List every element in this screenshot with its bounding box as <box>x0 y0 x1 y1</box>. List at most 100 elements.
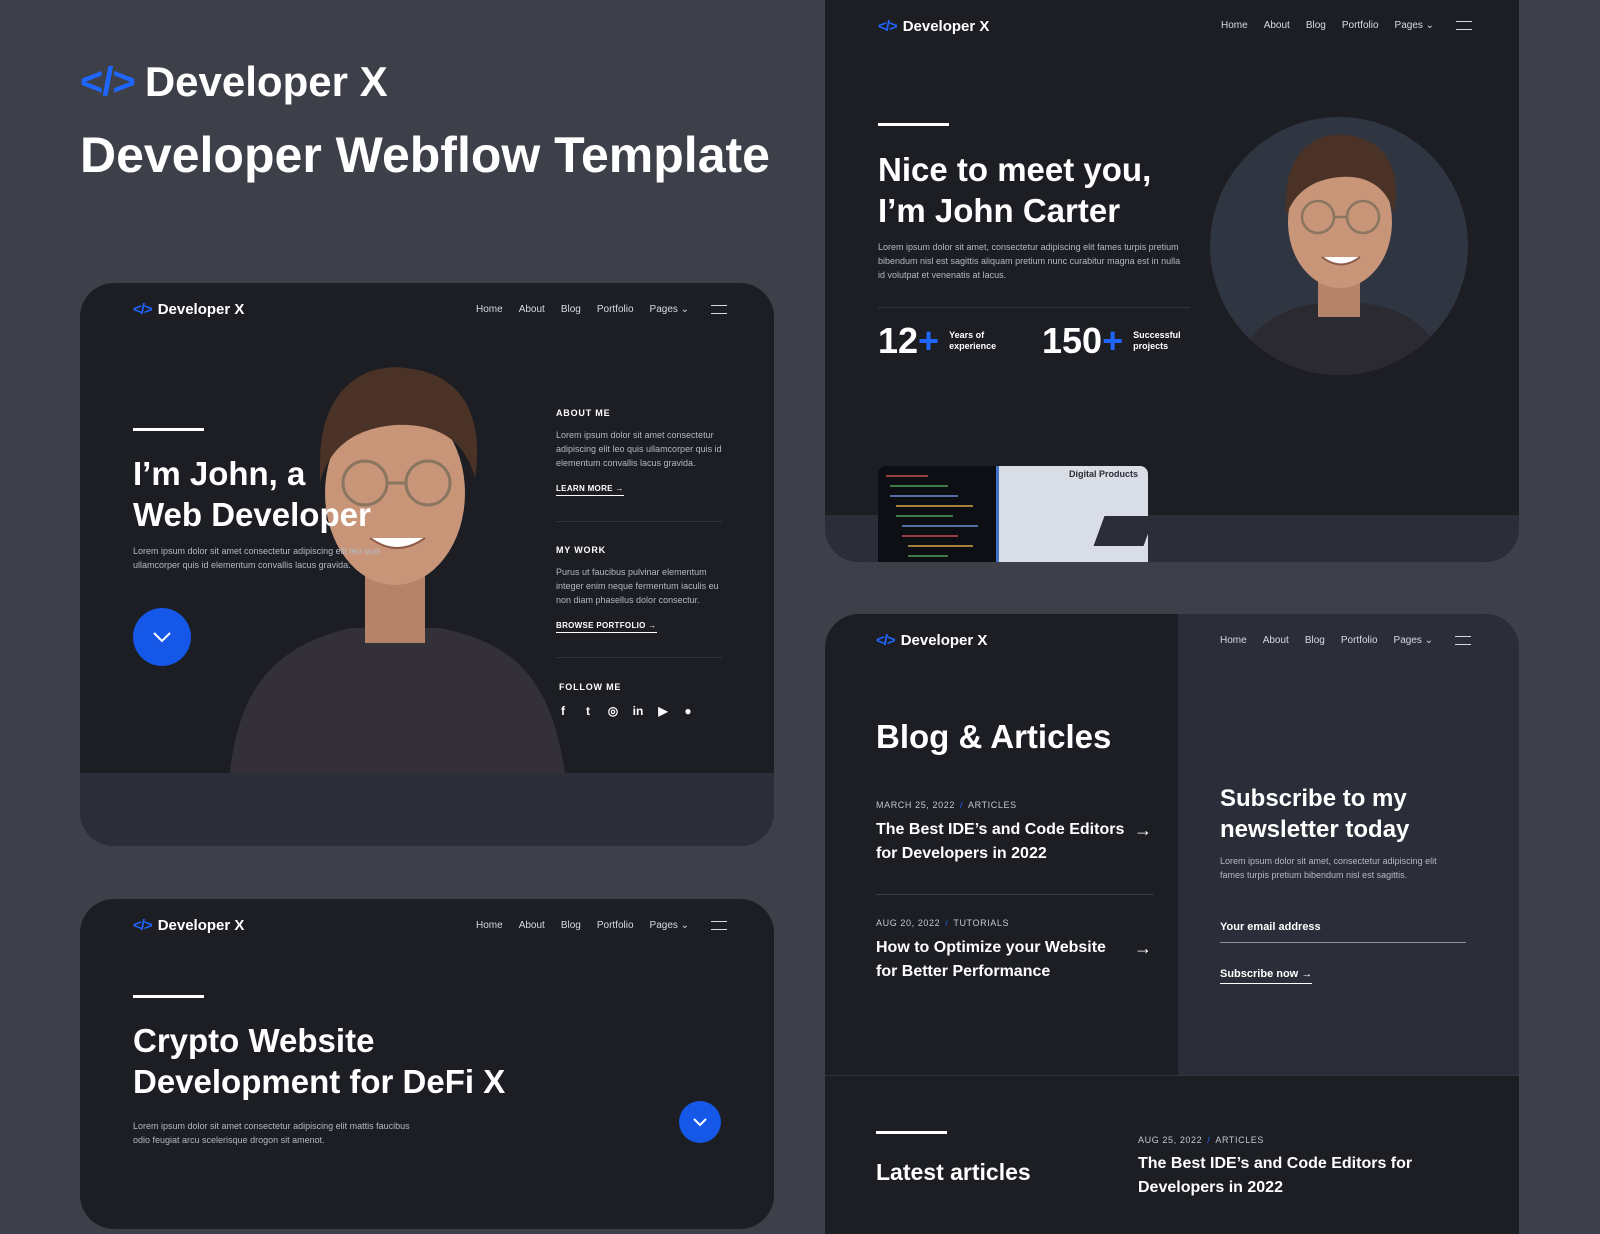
meta-separator: / <box>1207 1135 1211 1145</box>
nav-home[interactable]: Home <box>1220 635 1247 646</box>
post-meta: AUG 20, 2022 / TUTORIALS <box>876 918 1009 928</box>
portfolio-thumbnail[interactable]: Digital Products <box>878 466 1148 562</box>
post-title-line1: The Best IDE’s and Code Editors for <box>1138 1155 1413 1172</box>
arrow-right-icon[interactable]: → <box>1134 820 1152 841</box>
newsletter-title-line2: newsletter today <box>1220 816 1410 843</box>
twitter-icon[interactable]: t <box>581 704 595 718</box>
nav-pages[interactable]: Pages ⌄ <box>650 920 690 931</box>
instagram-icon[interactable]: ◎ <box>606 704 620 718</box>
hamburger-menu-icon[interactable] <box>711 305 728 314</box>
post-category: ARTICLES <box>1215 1135 1265 1145</box>
post-title-line1: The Best IDE’s and Code Editors <box>876 821 1125 838</box>
my-work-text: Purus ut faucibus pulvinar elementum int… <box>556 567 719 605</box>
stat-label: Successful projects <box>1133 330 1181 352</box>
arrow-right-icon: → <box>648 621 657 630</box>
nav-home[interactable]: Home <box>476 304 503 315</box>
post-category: ARTICLES <box>968 800 1017 810</box>
decorative-line <box>878 123 949 126</box>
nav-home[interactable]: Home <box>476 920 503 931</box>
code-editor-preview <box>878 466 996 562</box>
nav-pages-label: Pages <box>649 304 678 315</box>
chevron-down-icon: ⌄ <box>680 304 690 315</box>
nav-portfolio[interactable]: Portfolio <box>1342 20 1379 31</box>
about-title-line1: Nice to meet you, <box>878 151 1152 188</box>
linkedin-icon[interactable]: in <box>631 704 645 718</box>
stat-projects: 150+ Successful projects <box>1042 320 1181 362</box>
meta-separator: / <box>959 800 964 810</box>
crypto-title-line1: Crypto Website <box>133 1022 375 1059</box>
about-title-line2: I’m John Carter <box>878 192 1121 229</box>
crypto-desc-line2: odio feugiat arcu scelerisque drogon sit… <box>133 1135 325 1145</box>
arrow-right-icon[interactable]: → <box>1134 938 1152 959</box>
nav-blog[interactable]: Blog <box>1306 20 1326 31</box>
post-title-line2: for Developers in 2022 <box>876 845 1047 862</box>
hero-title: I’m John, a Web Developer <box>133 453 371 535</box>
crypto-title-line2: Development for DeFi X <box>133 1063 506 1100</box>
decorative-line <box>876 1131 947 1134</box>
decorative-line <box>133 428 204 431</box>
browse-portfolio-link[interactable]: BROWSE PORTFOLIO → <box>556 621 657 633</box>
about-description: Lorem ipsum dolor sit amet, consectetur … <box>878 242 1181 280</box>
about-me-text: Lorem ipsum dolor sit amet consectetur a… <box>556 430 722 468</box>
code-logo-icon: </> <box>80 59 136 104</box>
blog-nav-logo[interactable]: </> Developer X <box>876 632 987 649</box>
portrait-circle <box>1210 117 1468 375</box>
divider <box>876 894 1154 895</box>
post-title[interactable]: The Best IDE’s and Code Editors for Deve… <box>1138 1152 1438 1200</box>
github-icon[interactable]: ● <box>681 704 695 718</box>
nav-about[interactable]: About <box>1264 20 1290 31</box>
nav-home[interactable]: Home <box>1221 20 1248 31</box>
nav-about[interactable]: About <box>519 920 545 931</box>
nav-blog[interactable]: Blog <box>561 304 581 315</box>
hamburger-menu-icon[interactable] <box>1456 21 1473 30</box>
scroll-down-button[interactable] <box>679 1101 721 1143</box>
about-card: </> Developer X Home About Blog Portfolio… <box>825 0 1519 562</box>
nav-pages[interactable]: Pages ⌄ <box>1394 635 1434 646</box>
nav-portfolio[interactable]: Portfolio <box>597 920 634 931</box>
facebook-icon[interactable]: f <box>556 704 570 718</box>
chevron-down-icon <box>693 1118 707 1127</box>
post-title[interactable]: How to Optimize your Website for Better … <box>876 936 1136 984</box>
nav-portfolio[interactable]: Portfolio <box>1341 635 1378 646</box>
about-nav-logo[interactable]: </> Developer X <box>878 18 989 35</box>
subscribe-button[interactable]: Subscribe now → <box>1220 968 1313 984</box>
crypto-nav: Home About Blog Portfolio Pages ⌄ <box>476 920 728 931</box>
stat2-label-line2: projects <box>1133 341 1169 351</box>
divider <box>556 657 722 658</box>
youtube-icon[interactable]: ▶ <box>656 704 670 718</box>
email-placeholder: Your email address <box>1220 921 1321 933</box>
chevron-down-icon: ⌄ <box>1425 20 1435 31</box>
divider <box>825 1075 1519 1076</box>
portrait-image <box>1230 134 1450 375</box>
nav-pages-label: Pages <box>1394 20 1423 31</box>
nav-blog[interactable]: Blog <box>561 920 581 931</box>
digital-products-preview: Digital Products <box>996 466 1148 562</box>
email-field[interactable]: Your email address <box>1220 917 1466 943</box>
hamburger-menu-icon[interactable] <box>711 921 728 930</box>
nav-pages[interactable]: Pages ⌄ <box>650 304 690 315</box>
hero-nav-logo[interactable]: </> Developer X <box>133 301 244 318</box>
logo-text: Developer X <box>157 917 245 934</box>
crypto-nav-logo[interactable]: </> Developer X <box>133 917 244 934</box>
brand-header: </> Developer X <box>80 58 388 106</box>
hamburger-menu-icon[interactable] <box>1455 636 1472 645</box>
nav-pages[interactable]: Pages ⌄ <box>1395 20 1435 31</box>
post-title-line2: for Better Performance <box>876 963 1051 980</box>
newsletter-description: Lorem ipsum dolor sit amet, consectetur … <box>1220 856 1437 880</box>
chevron-down-icon <box>153 632 171 643</box>
brand-name: Developer X <box>144 58 388 105</box>
code-logo-icon: </> <box>876 632 896 649</box>
nav-portfolio[interactable]: Portfolio <box>597 304 634 315</box>
scroll-down-button[interactable] <box>133 608 191 666</box>
nav-about[interactable]: About <box>519 304 545 315</box>
latest-articles-title: Latest articles <box>876 1159 1031 1185</box>
stat2-label-line1: Successful <box>1133 330 1181 340</box>
post-date: MARCH 25, 2022 <box>876 800 955 810</box>
learn-more-link[interactable]: LEARN MORE → <box>556 484 624 496</box>
post-title[interactable]: The Best IDE’s and Code Editors for Deve… <box>876 818 1136 866</box>
follow-me-label: FOLLOW ME <box>559 682 622 692</box>
nav-about[interactable]: About <box>1263 635 1289 646</box>
hero-card: </> Developer X Home About Blog Portfolio… <box>80 283 774 846</box>
nav-blog[interactable]: Blog <box>1305 635 1325 646</box>
post-date: AUG 25, 2022 <box>1138 1135 1203 1145</box>
